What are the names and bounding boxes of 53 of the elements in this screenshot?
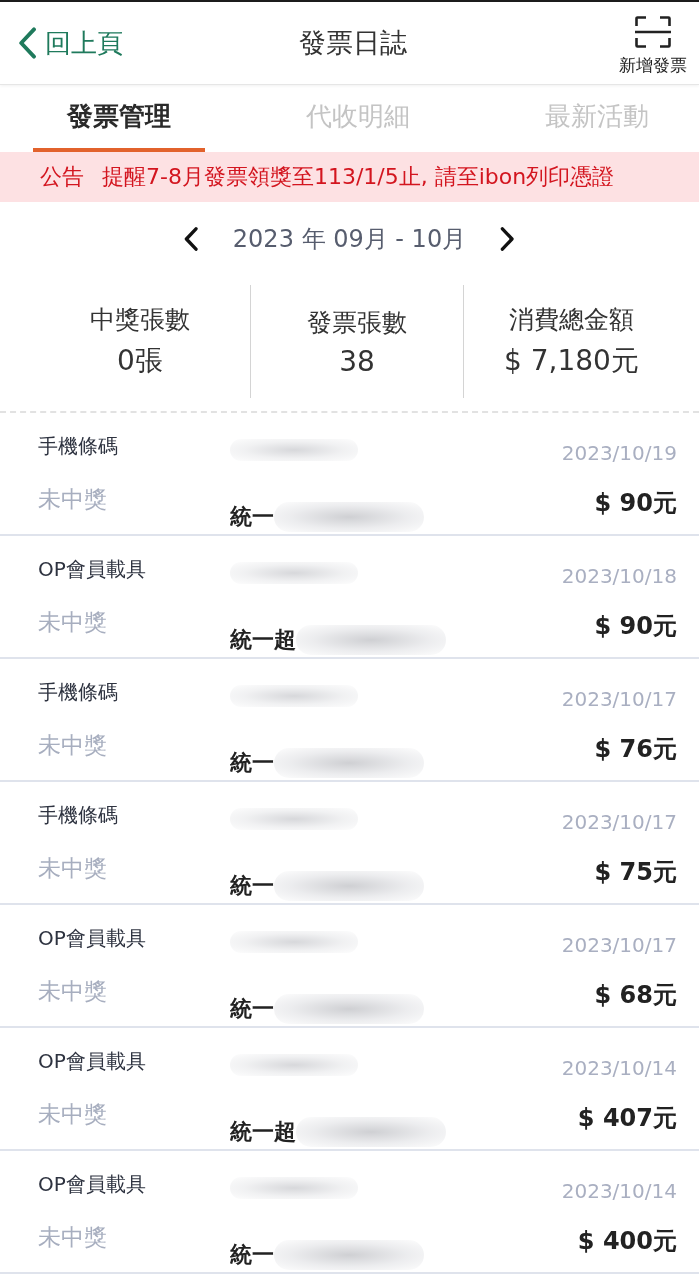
summary-label: 中獎張數 — [90, 304, 190, 336]
previous-period-button[interactable] — [184, 226, 199, 251]
chevron-right-icon — [500, 226, 515, 251]
add-invoice-button[interactable]: 新增發票 — [619, 15, 687, 77]
invoice-date: 2023/10/14 — [561, 1178, 677, 1205]
invoice-amount: $ 400元 — [577, 1226, 677, 1257]
invoice-amount: $ 407元 — [577, 1103, 677, 1134]
store-name: 統一超 — [230, 626, 296, 654]
store-name: 統一 — [230, 749, 274, 777]
announcement-text: 提醒7-8月發票領獎至113/1/5止, 請至ibon列印憑證 — [102, 163, 615, 191]
carrier-type: 手機條碼 — [38, 802, 118, 829]
invoice-date: 2023/10/17 — [561, 686, 677, 713]
store-name: 統一 — [230, 872, 274, 900]
summary-value: 38 — [339, 344, 375, 378]
back-button[interactable]: 回上頁 — [18, 25, 124, 61]
summary-label: 消費總金額 — [509, 304, 634, 336]
invoice-amount: $ 68元 — [594, 980, 677, 1011]
invoice-date: 2023/10/17 — [561, 809, 677, 836]
prize-status: 未中獎 — [38, 1100, 107, 1129]
invoice-date: 2023/10/18 — [561, 563, 677, 590]
store-name: 統一超 — [230, 1118, 296, 1146]
summary-value: $ 7,180元 — [504, 343, 639, 379]
prize-status: 未中獎 — [38, 854, 107, 883]
store-name: 統一 — [230, 503, 274, 531]
prize-status: 未中獎 — [38, 977, 107, 1006]
invoice-amount: $ 75元 — [594, 857, 677, 888]
invoice-amount: $ 90元 — [594, 488, 677, 519]
period-label: 2023 年 09月 - 10月 — [232, 223, 467, 255]
carrier-type: OP會員載具 — [38, 556, 146, 583]
summary-label: 發票張數 — [307, 306, 407, 339]
summary-value: 0張 — [117, 343, 163, 379]
announcement-tag: 公告 — [40, 162, 84, 192]
carrier-type: OP會員載具 — [38, 1171, 146, 1198]
store-name: 統一 — [230, 995, 274, 1023]
chevron-left-icon — [18, 27, 38, 59]
prize-status: 未中獎 — [38, 731, 107, 760]
carrier-type: OP會員載具 — [38, 925, 146, 952]
invoice-date: 2023/10/17 — [561, 932, 677, 959]
chevron-left-icon — [184, 226, 199, 251]
prize-status: 未中獎 — [38, 608, 107, 637]
next-period-button[interactable] — [500, 226, 515, 251]
invoice-amount: $ 76元 — [594, 734, 677, 765]
invoice-date: 2023/10/19 — [561, 440, 677, 467]
prize-status: 未中獎 — [38, 485, 107, 514]
store-name: 統一 — [230, 1241, 274, 1269]
scan-icon — [635, 15, 671, 48]
carrier-type: 手機條碼 — [38, 679, 118, 706]
carrier-type: 手機條碼 — [38, 433, 118, 460]
prize-status: 未中獎 — [38, 1223, 107, 1252]
carrier-type: OP會員載具 — [38, 1048, 146, 1075]
invoice-date: 2023/10/14 — [561, 1055, 677, 1082]
invoice-amount: $ 90元 — [594, 611, 677, 642]
page-title: 發票日誌 — [298, 26, 407, 60]
